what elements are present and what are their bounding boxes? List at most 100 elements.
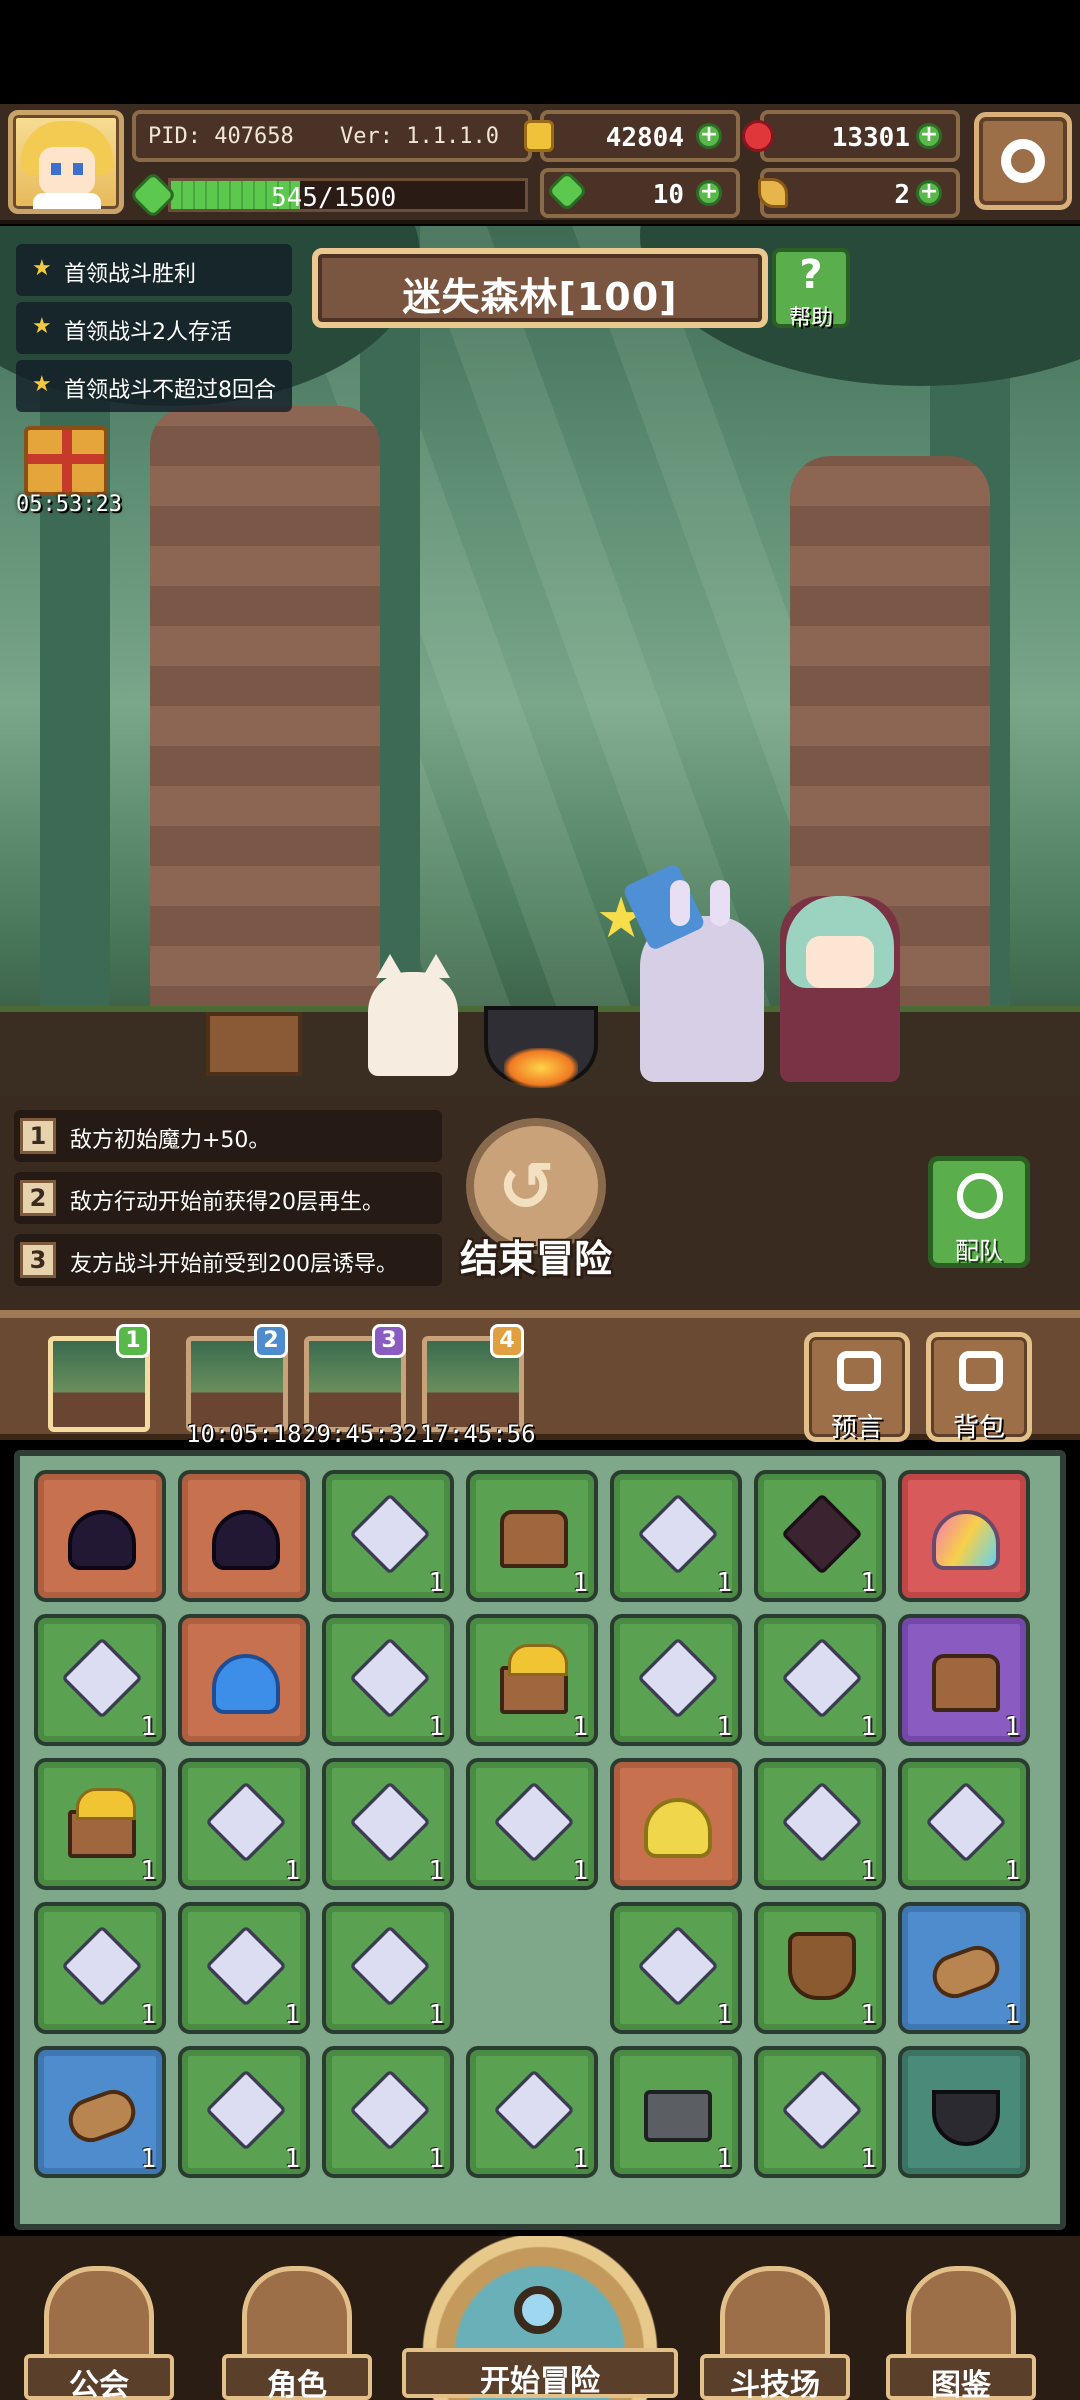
crystal-item-icon	[637, 1493, 719, 1575]
inventory-slot[interactable]: 1	[466, 1758, 598, 1890]
item-quantity: 1	[428, 2144, 444, 2174]
inventory-slot[interactable]: 1	[898, 1614, 1030, 1746]
inventory-slot[interactable]: 1	[754, 1470, 886, 1602]
inventory-slot[interactable]: 1	[322, 1902, 454, 2034]
team-setup-button[interactable]: 配队	[928, 1156, 1030, 1268]
stage-number: 2	[254, 1324, 288, 1358]
event-modifiers-panel: 1 敌方初始魔力+50。 2 敌方行动开始前获得20层再生。 3 友方战斗开始前…	[0, 1096, 1080, 1310]
settings-button[interactable]	[974, 112, 1072, 210]
inventory-slot[interactable]: 1	[610, 1902, 742, 2034]
safe-item-icon	[644, 2090, 712, 2142]
gift-box-icon[interactable]	[24, 426, 108, 496]
inventory-slot[interactable]	[178, 1470, 310, 1602]
item-quantity: 1	[428, 1568, 444, 1598]
inventory-slot[interactable]	[610, 1758, 742, 1890]
inventory-slot[interactable]: 1	[754, 2046, 886, 2178]
inventory-slot[interactable]: 1	[322, 1758, 454, 1890]
inventory-slot[interactable]: 1	[610, 1614, 742, 1746]
crystal-item-icon	[925, 1781, 1007, 1863]
star-icon: ★	[32, 314, 52, 339]
nav-guild[interactable]: 公会	[24, 2266, 174, 2400]
feather-amount: 2	[894, 180, 910, 210]
blue-item-icon	[212, 1654, 280, 1714]
inventory-slot[interactable]: 1	[34, 2046, 166, 2178]
end-adventure-button[interactable]: ↺ 结束冒险	[452, 1118, 620, 1298]
nav-codex[interactable]: 图鉴	[886, 2266, 1036, 2400]
item-quantity: 1	[140, 1712, 156, 1742]
inventory-slot[interactable]	[898, 1470, 1030, 1602]
help-button[interactable]: ? 帮助	[772, 248, 850, 331]
inventory-slot[interactable]: 1	[322, 1614, 454, 1746]
bottom-navigation: 公会 角色 开始冒险 斗技场 图鉴	[0, 2236, 1080, 2400]
inventory-slot[interactable]: 1	[178, 2046, 310, 2178]
inventory-slot[interactable]: 1	[610, 2046, 742, 2178]
inventory-slot[interactable]: 1	[34, 1758, 166, 1890]
ruby-icon	[742, 120, 774, 152]
add-ruby-button[interactable]: +	[916, 123, 942, 149]
crystal-ball-icon	[837, 1351, 881, 1391]
stage-title: 迷失森林[100]	[402, 275, 678, 319]
item-quantity: 1	[572, 1856, 588, 1886]
crystal-item-icon	[349, 2069, 431, 2151]
inventory-slot[interactable]: 1	[610, 1470, 742, 1602]
white-cat-sprite	[368, 954, 458, 1076]
inventory-slot[interactable]: 1	[754, 1758, 886, 1890]
player-id: PID: 407658	[148, 124, 294, 149]
crystal-item-icon	[205, 1781, 287, 1863]
nav-start-adventure[interactable]: 开始冒险	[402, 2236, 678, 2400]
crystal-item-icon	[61, 1925, 143, 2007]
inventory-slot[interactable]: 1	[178, 1758, 310, 1890]
item-quantity: 1	[572, 2144, 588, 2174]
item-quantity: 1	[860, 1568, 876, 1598]
item-quantity: 1	[284, 1856, 300, 1886]
stage-selector: 1 2 10:05:18 3 29:45:32 4 17:45:56 预言 背包	[0, 1310, 1080, 1448]
inventory-slot[interactable]: 1	[754, 1614, 886, 1746]
nav-arena[interactable]: 斗技场	[700, 2266, 850, 2400]
inventory-slot[interactable]: 1	[898, 1758, 1030, 1890]
inventory-slot[interactable]: 1	[898, 1902, 1030, 2034]
hero-green-hair[interactable]	[780, 896, 900, 1082]
item-quantity: 1	[1004, 1712, 1020, 1742]
crystal-item-icon	[61, 1637, 143, 1719]
item-quantity: 1	[572, 1712, 588, 1742]
star-icon: ★	[32, 372, 52, 397]
leather-item-icon	[788, 1932, 856, 2000]
stage-timer: 29:45:32	[302, 1420, 418, 1448]
inventory-slot[interactable]: 1	[466, 2046, 598, 2178]
gear-icon	[1001, 139, 1045, 183]
item-quantity: 1	[428, 1856, 444, 1886]
inventory-slot[interactable]: 1	[322, 1470, 454, 1602]
inventory-slot[interactable]	[178, 1614, 310, 1746]
item-quantity: 1	[140, 1856, 156, 1886]
crystal-item-icon	[205, 2069, 287, 2151]
inventory-slot[interactable]: 1	[34, 1614, 166, 1746]
rainbow-item-icon	[932, 1510, 1000, 1570]
bag-button[interactable]: 背包	[926, 1332, 1032, 1443]
inventory-slot[interactable]: 1	[466, 1614, 598, 1746]
inventory-slot[interactable]: 1	[34, 1902, 166, 2034]
hero-rabbit-mage[interactable]	[622, 862, 764, 1082]
prophecy-button[interactable]: 预言	[804, 1332, 910, 1443]
stage-number: 4	[490, 1324, 524, 1358]
crystal-item-icon	[205, 1925, 287, 2007]
battle-scene: ★ 首领战斗胜利 ★ 首领战斗2人存活 ★ 首领战斗不超过8回合 05:53:2…	[0, 226, 1080, 1096]
inventory-slot[interactable]: 1	[754, 1902, 886, 2034]
nav-character[interactable]: 角色	[222, 2266, 372, 2400]
treasure-item-icon	[68, 1788, 136, 1858]
inventory-slot[interactable]: 1	[322, 2046, 454, 2178]
dark-item-icon	[212, 1510, 280, 1570]
star-icon: ★	[32, 256, 52, 281]
inventory-slot[interactable]	[898, 2046, 1030, 2178]
clover-amount: 10	[652, 180, 684, 210]
crystal-item-icon	[493, 1781, 575, 1863]
add-gold-button[interactable]: +	[696, 123, 722, 149]
inventory-slot[interactable]: 1	[178, 1902, 310, 2034]
add-feather-button[interactable]: +	[916, 180, 942, 206]
item-quantity: 1	[716, 1568, 732, 1598]
inventory-slot[interactable]	[34, 1470, 166, 1602]
add-clover-button[interactable]: +	[696, 180, 722, 206]
crystal-item-icon	[637, 1925, 719, 2007]
inventory-slot[interactable]: 1	[466, 1470, 598, 1602]
item-quantity: 1	[716, 2000, 732, 2030]
player-avatar[interactable]	[8, 110, 124, 214]
